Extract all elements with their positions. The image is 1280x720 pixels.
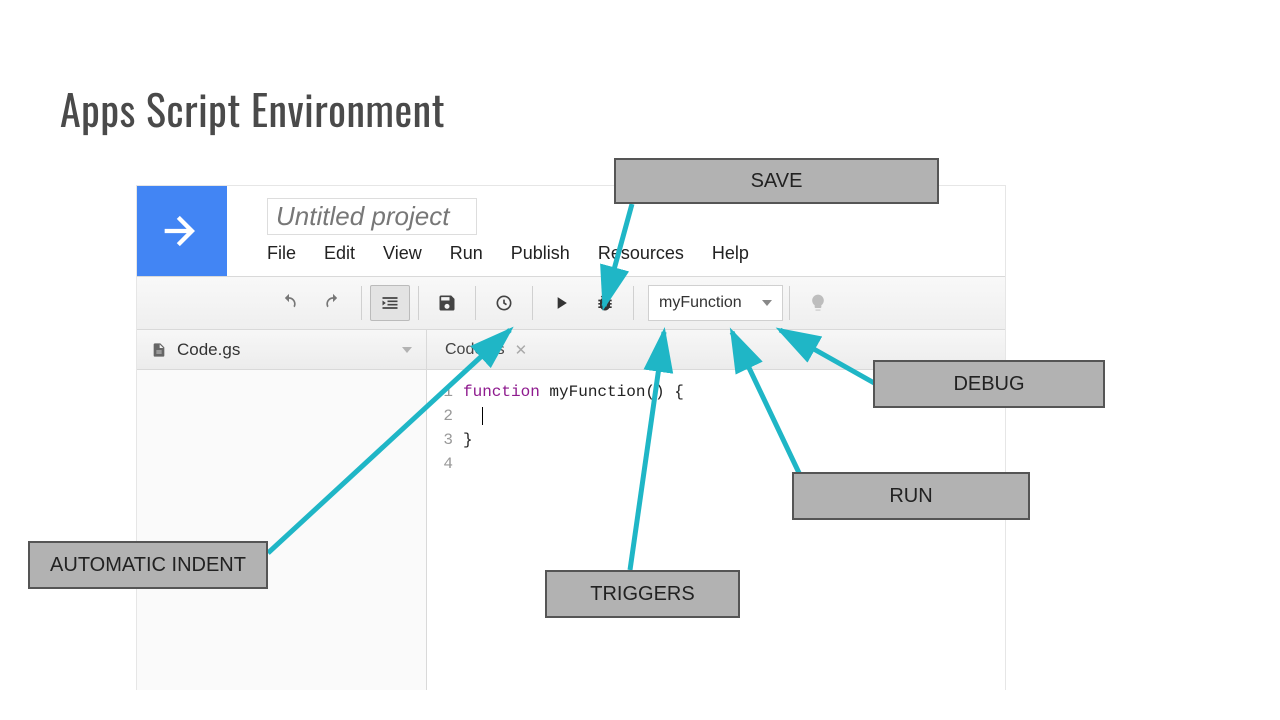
keyword: function [463, 383, 540, 401]
separator [418, 286, 419, 320]
code-text: } [463, 428, 684, 452]
label-save: SAVE [614, 158, 939, 204]
undo-icon [279, 293, 299, 313]
label-run: RUN [792, 472, 1030, 520]
toolbar: myFunction [137, 276, 1005, 330]
triggers-button[interactable] [484, 285, 524, 321]
source: function myFunction() { } [463, 380, 684, 476]
code-text: myFunction() { [540, 383, 684, 401]
file-name: Code.gs [177, 340, 240, 360]
save-icon [437, 293, 457, 313]
app-logo [137, 186, 227, 276]
menu-edit[interactable]: Edit [324, 243, 355, 264]
save-button[interactable] [427, 285, 467, 321]
indent-button[interactable] [370, 285, 410, 321]
menu-run[interactable]: Run [450, 243, 483, 264]
separator [633, 286, 634, 320]
file-sidebar: Code.gs [137, 330, 427, 690]
label-debug: DEBUG [873, 360, 1105, 408]
clock-icon [494, 293, 514, 313]
separator [475, 286, 476, 320]
label-indent: AUTOMATIC INDENT [28, 541, 268, 589]
debug-button[interactable] [585, 285, 625, 321]
line-number: 3 [427, 428, 453, 452]
line-gutter: 1 2 3 4 [427, 380, 463, 476]
indent-icon [380, 293, 400, 313]
tab-name[interactable]: Code.gs [445, 341, 505, 359]
chevron-down-icon [762, 300, 772, 306]
text-cursor [482, 407, 483, 425]
line-number: 1 [427, 380, 453, 404]
line-number: 4 [427, 452, 453, 476]
menu-publish[interactable]: Publish [511, 243, 570, 264]
menu-view[interactable]: View [383, 243, 422, 264]
function-select[interactable]: myFunction [648, 285, 783, 321]
lightbulb-icon [808, 293, 828, 313]
file-item[interactable]: Code.gs [137, 330, 426, 370]
play-icon [551, 293, 571, 313]
arrow-right-icon [156, 205, 208, 257]
menu-file[interactable]: File [267, 243, 296, 264]
label-triggers: TRIGGERS [545, 570, 740, 618]
chevron-down-icon[interactable] [402, 347, 412, 353]
menu-resources[interactable]: Resources [598, 243, 684, 264]
run-button[interactable] [541, 285, 581, 321]
undo-button[interactable] [269, 285, 309, 321]
separator [789, 286, 790, 320]
separator [361, 286, 362, 320]
close-tab-icon[interactable]: ✕ [515, 341, 528, 359]
hints-button[interactable] [798, 285, 838, 321]
line-number: 2 [427, 404, 453, 428]
redo-icon [323, 293, 343, 313]
project-title-input[interactable]: Untitled project [267, 198, 477, 235]
redo-button[interactable] [313, 285, 353, 321]
bug-icon [595, 293, 615, 313]
file-icon [151, 341, 167, 359]
slide-title: Apps Script Environment [60, 78, 445, 140]
separator [532, 286, 533, 320]
menu-help[interactable]: Help [712, 243, 749, 264]
function-select-label: myFunction [659, 294, 742, 312]
menubar: File Edit View Run Publish Resources Hel… [267, 243, 1005, 264]
